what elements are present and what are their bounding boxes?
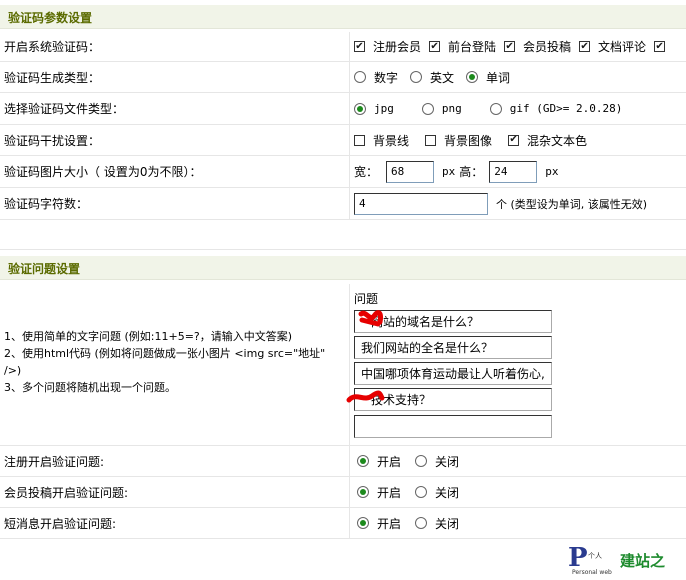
submit-question-off[interactable]: 关闭 [415,484,459,501]
checkbox-checked-icon[interactable]: ✔ [504,41,516,52]
captcha-section-title: 验证码参数设置 [8,11,93,25]
enable-comment-option[interactable]: ✔ 文档评论 [579,38,646,55]
message-question-row: 短消息开启验证问题: 开启 关闭 [0,508,686,539]
radio-icon[interactable] [415,517,428,529]
logo-small-bottom: Personal web [572,569,612,576]
register-question-on[interactable]: 开启 [357,453,401,470]
chars-input[interactable]: 4 [354,192,488,215]
radio-selected-icon[interactable] [466,71,479,83]
file-type-row: 选择验证码文件类型： jpg png gif (GD>= 2.0.28) [0,93,686,125]
width-unit: px [442,165,456,178]
size-label: 验证码图片大小（ 设置为0为不限）： [4,165,202,179]
radio-icon[interactable] [354,71,366,83]
checkbox-checked-icon[interactable]: ✔ [508,134,520,146]
chars-row: 验证码字符数： 4 个 (类型设为单词, 该属性无效) [0,188,686,220]
help-line: 2、使用html代码 (例如将问题做成一张小图片 <img src="地址" [4,347,326,360]
file-type-gif-option[interactable]: gif (GD>= 2.0.28) [489,102,622,115]
spacer-row [0,220,686,250]
enable-captcha-row: 开启系统验证码： ✔ 注册会员 ✔ 前台登陆 ✔ 会员投稿 ✔ 文档评论 ✔ [0,32,686,62]
interference-mixcolor-option[interactable]: ✔ 混杂文本色 [508,132,587,149]
file-type-label: 选择验证码文件类型： [4,102,125,116]
file-type-png-option[interactable]: png [421,102,462,115]
radio-icon[interactable] [421,102,434,115]
height-input[interactable]: 24 [489,160,538,183]
gen-type-label: 验证码生成类型： [4,70,101,85]
help-line: />) [4,364,22,377]
register-question-off[interactable]: 关闭 [415,453,459,470]
enable-captcha-label: 开启系统验证码： [4,40,101,54]
gen-type-word-option[interactable]: 单词 [466,69,510,86]
question-help: 1、使用简单的文字问题 (例如:11+5=?，请输入中文答案) 2、使用html… [4,328,325,396]
width-label: 宽： [354,165,379,179]
radio-selected-icon[interactable] [357,455,369,467]
checkbox-checked-icon[interactable]: ✔ [429,41,441,52]
gen-type-row: 验证码生成类型： 数字 英文 单词 [0,62,686,93]
interference-row: 验证码干扰设置： 背景线 背景图像 ✔ 混杂文本色 [0,125,686,156]
enable-submit-option[interactable]: ✔ 会员投稿 [504,38,571,55]
interference-bgline-option[interactable]: 背景线 [354,132,409,149]
register-question-row: 注册开启验证问题: 开启 关闭 [0,446,686,477]
redaction-scribble-icon [358,310,383,327]
radio-selected-icon[interactable] [357,486,369,498]
question-input-3[interactable]: 中国哪项体育运动最让人听着伤心, [354,362,552,385]
message-question-on[interactable]: 开启 [357,515,401,532]
checkbox-icon[interactable] [354,134,365,146]
logo-small-top: 个人 [588,552,602,560]
interference-bgimage-option[interactable]: 背景图像 [425,132,492,149]
question-input-2[interactable]: 我们网站的全名是什么？ [354,336,552,359]
chars-note: 个 (类型设为单词, 该属性无效) [496,197,648,211]
file-type-jpg-option[interactable]: jpg [354,102,394,115]
question-input-5[interactable] [354,415,552,438]
enable-register-option[interactable]: ✔ 注册会员 [354,38,421,55]
message-question-label: 短消息开启验证问题: [4,516,117,531]
chars-label: 验证码字符数： [4,197,89,211]
checkbox-icon[interactable] [425,134,437,146]
questions-block: 1、使用简单的文字问题 (例如:11+5=?，请输入中文答案) 2、使用html… [0,284,686,446]
question-section-header: 验证问题设置 [0,256,686,280]
height-unit: px [545,165,559,178]
question-header: 问题 [354,292,379,306]
size-row: 验证码图片大小（ 设置为0为不限）： 宽： 68 px 高： 24 px [0,156,686,188]
site-logo: P 个人 Personal web 建站之 [566,543,686,578]
enable-login-option[interactable]: ✔ 前台登陆 [429,38,496,55]
radio-icon[interactable] [410,71,423,83]
gen-type-english-option[interactable]: 英文 [410,69,454,86]
interference-label: 验证码干扰设置： [4,133,101,148]
width-input[interactable]: 68 [386,160,435,183]
checkbox-checked-icon[interactable]: ✔ [579,41,591,52]
radio-icon[interactable] [415,455,428,467]
gen-type-digits-option[interactable]: 数字 [354,69,398,86]
radio-selected-icon[interactable] [354,102,366,115]
submit-question-row: 会员投稿开启验证问题: 开启 关闭 [0,477,686,508]
logo-text: 建站之 [620,552,666,570]
captcha-section-header: 验证码参数设置 [0,5,686,29]
help-line: 1、使用简单的文字问题 (例如:11+5=?，请输入中文答案) [4,330,293,343]
radio-icon[interactable] [489,102,502,115]
radio-selected-icon[interactable] [357,517,369,529]
radio-icon[interactable] [415,486,428,498]
enable-extra-option[interactable]: ✔ [654,41,673,52]
register-question-label: 注册开启验证问题: [4,454,105,469]
message-question-off[interactable]: 关闭 [415,515,459,532]
checkbox-checked-icon[interactable]: ✔ [654,41,666,52]
question-section-title: 验证问题设置 [8,262,81,276]
submit-question-label: 会员投稿开启验证问题: [4,485,129,500]
redaction-scribble-icon [346,390,385,403]
help-line: 3、多个问题将随机出现一个问题。 [4,381,176,394]
submit-question-on[interactable]: 开启 [357,484,401,501]
height-label: 高： [459,165,484,179]
checkbox-checked-icon[interactable]: ✔ [354,41,365,52]
